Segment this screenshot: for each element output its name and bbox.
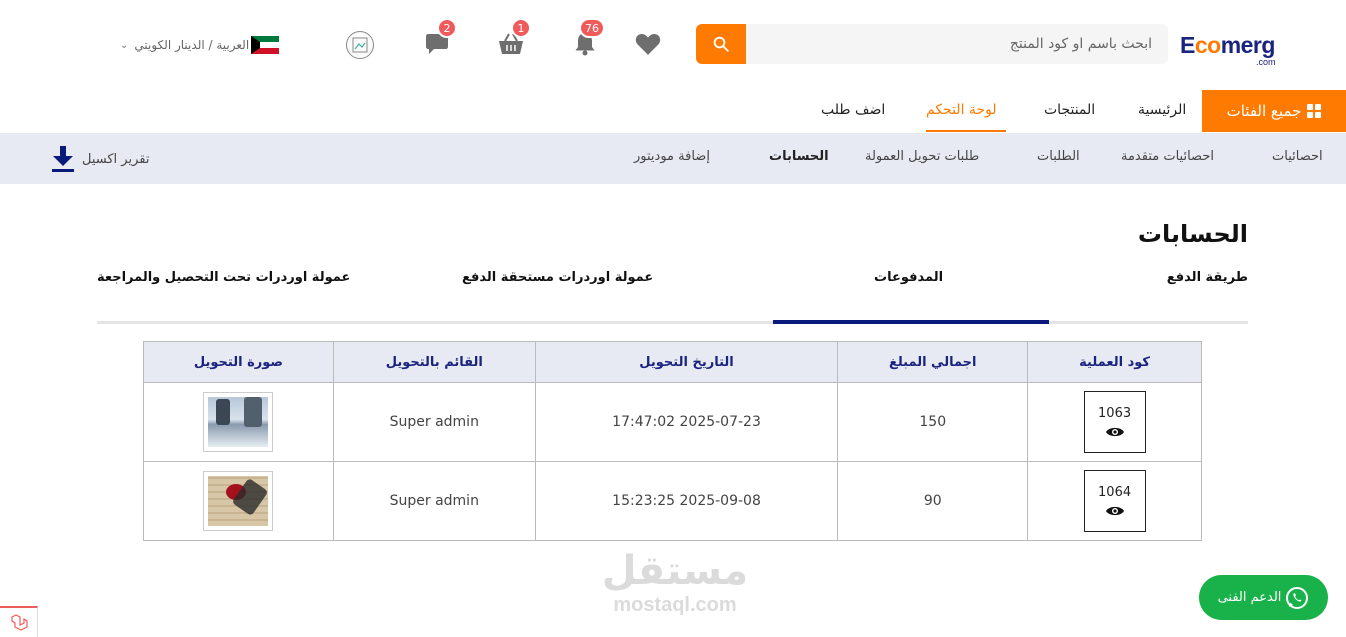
nav-active-underline — [926, 130, 1006, 132]
dashboard-sub-nav: احصائيات احصائيات متقدمة الطلبات طلبات ت… — [0, 133, 1346, 184]
messages-button[interactable]: 2 — [423, 18, 457, 58]
subnav-add-moderator[interactable]: إضافة موديتور — [634, 149, 710, 164]
cell-code: 1064 — [1027, 461, 1202, 541]
tab-pending-commission[interactable]: عمولة اوردرات تحت التحصيل والمراجعة — [97, 270, 350, 285]
notifications-count-badge: 76 — [579, 18, 605, 38]
cell-transferred-by: Super admin — [332, 461, 536, 541]
user-avatar[interactable] — [346, 31, 374, 59]
cell-image — [143, 382, 334, 462]
excel-report-button[interactable]: تقرير اكسيل — [52, 145, 149, 173]
chevron-down-icon: ⌄ — [120, 39, 129, 51]
all-categories-label: جميع الفئات — [1226, 102, 1302, 120]
eye-icon — [1105, 506, 1124, 515]
messages-count-badge: 2 — [437, 18, 457, 38]
col-transfer-date: التاريخ التحويل — [534, 341, 839, 383]
eye-icon — [1105, 427, 1124, 436]
transfer-image-thumbnail[interactable] — [203, 471, 274, 531]
cell-transferred-by: Super admin — [332, 382, 536, 462]
cell-image — [143, 461, 334, 541]
language-currency-label: العربية / الدينار الكويتي — [134, 38, 250, 52]
heart-icon — [635, 33, 661, 55]
nav-products[interactable]: المنتجات — [1044, 102, 1095, 118]
col-operation-code: كود العملية — [1027, 341, 1202, 383]
operation-code: 1064 — [1098, 484, 1132, 500]
tab-payment-method[interactable]: طريقة الدفع — [1167, 270, 1248, 285]
support-label: الدعم الفنى — [1217, 590, 1282, 605]
tab-payments[interactable]: المدفوعات — [874, 270, 943, 285]
download-icon — [52, 146, 74, 172]
nav-dashboard[interactable]: لوحة التحكم — [926, 102, 997, 118]
brand-logo[interactable]: Ecomerg .com — [1180, 30, 1280, 70]
tabs-divider — [97, 321, 1248, 324]
watermark-arabic: مستقل — [601, 548, 749, 594]
search-icon — [713, 36, 729, 52]
watermark-domain: mostaql.com — [613, 594, 737, 616]
cell-code: 1063 — [1027, 382, 1202, 462]
all-categories-button[interactable]: جميع الفئات — [1202, 90, 1346, 132]
operation-code: 1063 — [1098, 405, 1132, 421]
subnav-commission-requests[interactable]: طلبات تحويل العمولة — [865, 149, 979, 164]
search-button[interactable] — [696, 24, 746, 64]
cell-date: 2025-07-23 17:47:02 — [534, 382, 839, 462]
support-button[interactable]: الدعم الفنى — [1199, 575, 1328, 620]
tab-due-commission[interactable]: عمولة اوردرات مستحقة الدفع — [462, 270, 653, 285]
excel-report-label: تقرير اكسيل — [82, 151, 150, 167]
cell-date: 2025-09-08 15:23:25 — [534, 461, 839, 541]
table-row: 1064 90 2025-09-08 15:23:25 Super admin — [143, 461, 1202, 541]
language-currency-selector[interactable]: ⌄ العربية / الدينار الكويتي — [120, 34, 280, 56]
subnav-statistics[interactable]: احصائيات — [1272, 149, 1323, 164]
view-operation-button[interactable]: 1063 — [1083, 391, 1146, 453]
table-header-row: كود العملية اجمالي المبلغ التاريخ التحوي… — [143, 341, 1202, 383]
transfer-image-thumbnail[interactable] — [203, 392, 274, 452]
top-header: Ecomerg .com 76 1 2 ⌄ العربية / الدينار … — [0, 0, 1346, 90]
search-bar — [696, 24, 1168, 64]
cell-amount: 90 — [837, 461, 1029, 541]
wishlist-button[interactable] — [634, 30, 662, 58]
cell-amount: 150 — [837, 382, 1029, 462]
nav-home[interactable]: الرئيسية — [1138, 102, 1186, 118]
subnav-advanced-statistics[interactable]: احصائيات متقدمة — [1121, 149, 1214, 164]
subnav-orders[interactable]: الطلبات — [1037, 149, 1080, 164]
view-operation-button[interactable]: 1064 — [1083, 470, 1146, 532]
grid-icon — [1307, 104, 1322, 118]
cart-button[interactable]: 1 — [497, 18, 531, 58]
category-nav: جميع الفئات الرئيسية المنتجات لوحة التحك… — [0, 90, 1346, 133]
table-row: 1063 150 2025-07-23 17:47:02 Super admin — [143, 382, 1202, 462]
page-title: الحسابات — [1137, 220, 1248, 248]
col-transfer-image: صورة التحويل — [143, 341, 334, 383]
whatsapp-icon — [1286, 586, 1309, 609]
notifications-button[interactable]: 76 — [571, 18, 605, 58]
kuwait-flag-icon — [251, 36, 280, 54]
payments-table: كود العملية اجمالي المبلغ التاريخ التحوي… — [143, 341, 1202, 541]
search-input[interactable] — [752, 24, 1158, 64]
tab-active-indicator — [773, 320, 1049, 324]
logo-text: Ecomerg — [1180, 32, 1275, 58]
laravel-icon — [10, 613, 28, 631]
subnav-accounts[interactable]: الحسابات — [769, 149, 829, 164]
watermark: مستقل mostaql.com — [590, 548, 760, 628]
broken-image-icon — [352, 37, 368, 53]
nav-add-order[interactable]: اضف طلب — [821, 102, 885, 118]
logo-domain: .com — [1256, 57, 1276, 67]
col-total-amount: اجمالي المبلغ — [837, 341, 1029, 383]
cart-count-badge: 1 — [511, 18, 531, 38]
col-transferred-by: القائم بالتحويل — [332, 341, 536, 383]
laravel-debug-tab[interactable] — [0, 606, 38, 637]
